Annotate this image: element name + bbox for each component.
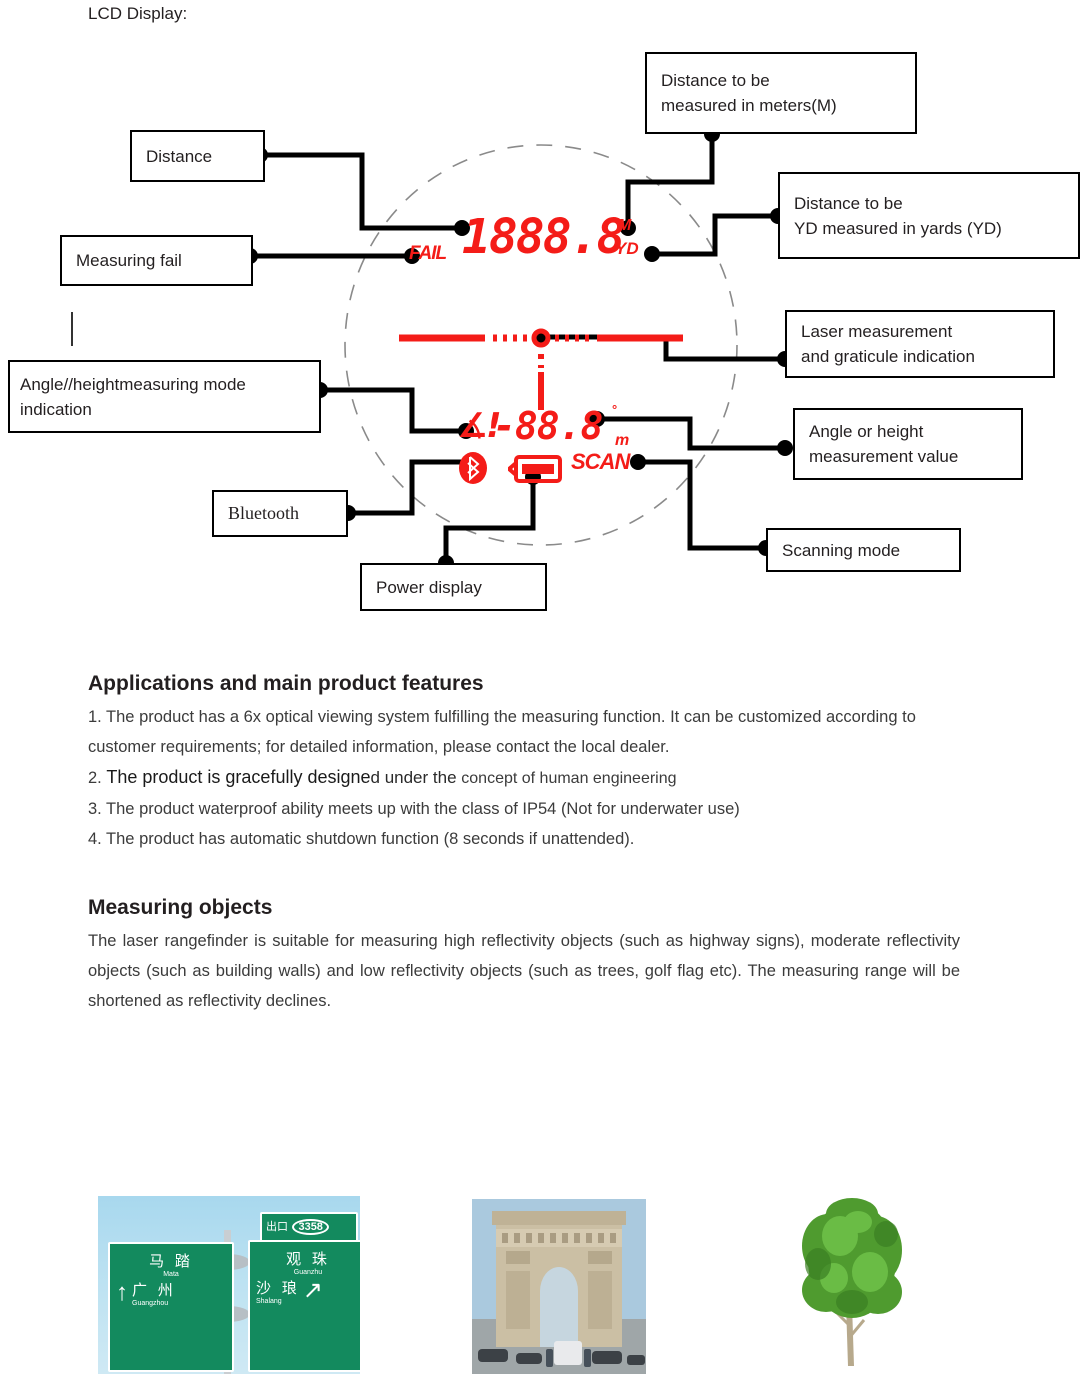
sign-right-py2: Shalang (256, 1298, 282, 1305)
callout-angle-value-line1: Angle or height (809, 422, 924, 441)
callout-angle-value-line2: measurement value (809, 447, 959, 466)
measuring-objects-section: Measuring objects The laser rangefinder … (88, 894, 960, 1016)
callout-laser-line1: Laser measurement (801, 322, 953, 341)
sign-right-py1: Guanzhu (293, 1269, 323, 1276)
callout-yards-line1: Distance to be (794, 193, 903, 213)
callout-laser[interactable]: Laser measurement and graticule indicati… (785, 310, 1055, 378)
tree-photo (760, 1198, 942, 1374)
sign-right-cn1: 观 珠 (286, 1250, 330, 1268)
lcd-distance-value: 1888.8 (462, 209, 625, 265)
lcd-angle-value: -88.8 (493, 404, 603, 448)
sign-left-py2: Guangzhou (132, 1300, 169, 1307)
callout-power-display[interactable]: Power display (360, 563, 547, 611)
feature-item-4: 4. The product has automatic shutdown fu… (88, 830, 635, 848)
sign-left-arrow-icon: ↑ (116, 1279, 128, 1306)
lcd-screen: FAIL 1888.8 M YD ∡ǃ -88.8 ° m SCAN (345, 145, 737, 545)
callout-yards[interactable]: Distance to be YD measured in yards (YD) (778, 172, 1080, 259)
callout-power-display-label: Power display (376, 577, 482, 597)
arc-illustration (472, 1199, 646, 1374)
lcd-unit-meters: M (618, 217, 632, 234)
battery-icon (508, 455, 562, 483)
callout-angle-mode[interactable]: Angle//heightmeasuring mode indication (8, 360, 321, 433)
features-title: Applications and main product features (88, 672, 484, 695)
callout-meters[interactable]: Distance to be measured in meters(M) (645, 52, 917, 134)
exit-label: 出口 (266, 1220, 288, 1233)
callout-angle-value[interactable]: Angle or height measurement value (793, 408, 1023, 480)
callout-measuring-fail[interactable]: Measuring fail (60, 235, 253, 286)
feature-2-part-c: concept of human engineering (461, 770, 677, 787)
callout-bluetooth-label: Bluetooth (228, 503, 299, 523)
sign-board-left: 马 踏 Mata ↑ 广 州 Guangzhou (108, 1242, 234, 1372)
callout-meters-line1: Distance to be (661, 71, 770, 90)
callout-angle-mode-line1: Angle//heightmeasuring mode (20, 374, 246, 394)
lcd-angle-unit: m (615, 432, 630, 449)
sign-board-right: 观 珠 Guanzhu 沙 琅 Shalang ↗ (248, 1240, 360, 1372)
feature-item-1: 1. The product has a 6x optical viewing … (88, 708, 916, 756)
feature-2-number: 2. (88, 769, 107, 787)
arc-de-triomphe-photo (472, 1199, 646, 1374)
callout-angle-mode-line2: indication (20, 399, 92, 419)
sign-right-arrow-icon: ↗ (302, 1277, 323, 1304)
lcd-unit-yards: YD (615, 239, 639, 258)
callout-meters-line2: measured in meters(M) (661, 96, 837, 115)
lcd-fail-indicator: FAIL (409, 243, 447, 264)
example-photo-row: 出口 3358 马 踏 Mata ↑ 广 州 Guangzhou 观 珠 Gua… (0, 1196, 1085, 1374)
sign-left-py1: Mata (163, 1271, 179, 1278)
callout-bluetooth[interactable]: Bluetooth (212, 490, 348, 537)
measuring-objects-paragraph: The laser rangefinder is suitable for me… (88, 932, 960, 1010)
exit-number: 3358 (292, 1219, 329, 1235)
bluetooth-icon (459, 452, 487, 484)
measuring-objects-title: Measuring objects (88, 896, 273, 919)
features-list: 1. The product has a 6x optical viewing … (88, 702, 960, 854)
callout-scanning-mode-label: Scanning mode (782, 540, 901, 560)
sign-left-cn2: 广 州 (132, 1281, 176, 1299)
feature-item-3: 3. The product waterproof ability meets … (88, 800, 740, 818)
callout-measuring-fail-label: Measuring fail (76, 251, 182, 270)
highway-sign-photo: 出口 3358 马 踏 Mata ↑ 广 州 Guangzhou 观 珠 Gua… (98, 1196, 360, 1374)
tree-illustration (760, 1198, 942, 1374)
callout-scanning-mode[interactable]: Scanning mode (766, 528, 961, 572)
callout-laser-line2: and graticule indication (801, 347, 975, 366)
sign-left-cn1: 马 踏 (149, 1252, 193, 1270)
callout-distance[interactable]: Distance (130, 130, 265, 182)
lcd-degree-symbol: ° (612, 402, 618, 417)
lcd-scan-indicator: SCAN (571, 449, 630, 474)
callout-distance-label: Distance (146, 146, 213, 166)
lcd-display-diagram: FAIL 1888.8 M YD ∡ǃ -88.8 ° m SCAN Dista… (0, 0, 1085, 640)
feature-2-part-a: The product is gracefully designe (106, 767, 371, 787)
feature-item-2: 2. The product is gracefully designed un… (88, 762, 960, 794)
feature-2-part-b: d under the (370, 768, 462, 787)
sign-right-cn2: 沙 琅 (256, 1279, 300, 1297)
article-content: Applications and main product features 1… (88, 670, 960, 1016)
callout-yards-line2: YD measured in yards (YD) (794, 218, 1002, 238)
